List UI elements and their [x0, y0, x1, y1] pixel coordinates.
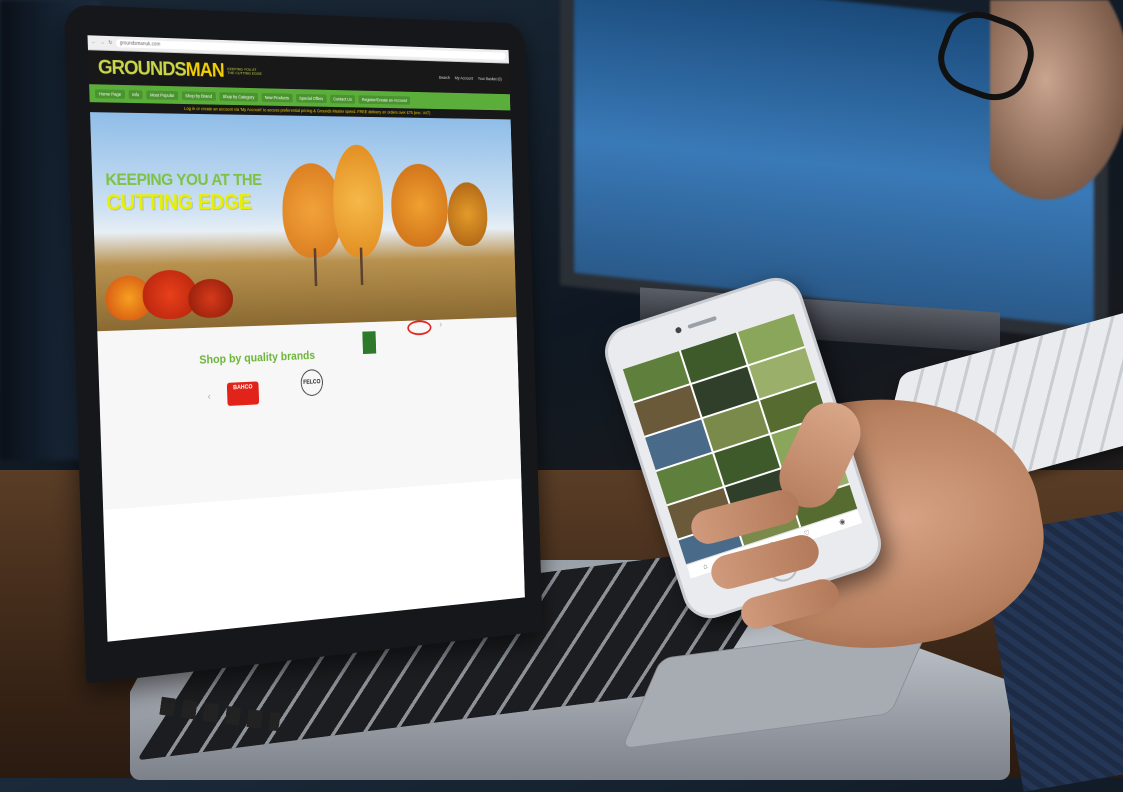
nav-item[interactable]: Special Offers: [295, 93, 327, 103]
site-logo[interactable]: GROUNDSMAN: [98, 57, 224, 82]
carousel-next-arrow[interactable]: ›: [439, 320, 442, 330]
search-link[interactable]: Search: [439, 75, 450, 80]
laptop-lid: ← → ↻ groundsmanuk.com GROUNDSMAN KEEPIN…: [63, 4, 543, 684]
basket-link[interactable]: Your Basket (0): [478, 76, 502, 81]
phone-speaker: [687, 315, 718, 329]
red-bush: [187, 278, 234, 319]
forward-icon[interactable]: →: [100, 40, 105, 46]
carousel-prev-arrow[interactable]: ‹: [208, 391, 211, 402]
brand-logo-green[interactable]: [362, 331, 377, 355]
brands-section: Shop by quality brands ‹ BAHCO FELCO ›: [97, 317, 522, 510]
nav-item[interactable]: Shop by Category: [218, 91, 258, 102]
home-icon[interactable]: ⌂: [702, 562, 708, 570]
nav-item[interactable]: Most Popular: [146, 89, 179, 100]
reload-icon[interactable]: ↻: [108, 40, 112, 46]
site-tagline: KEEPING YOU AT THE CUTTING EDGE: [227, 65, 262, 76]
back-icon[interactable]: ←: [91, 39, 96, 45]
autumn-tree: [390, 163, 449, 248]
hero-banner: KEEPING YOU AT THE CUTTING EDGE: [90, 112, 517, 332]
hero-subheadline: CUTTING EDGE: [105, 189, 252, 215]
brands-title: Shop by quality brands: [199, 348, 316, 367]
autumn-tree: [446, 182, 489, 247]
nav-item[interactable]: Home Page: [94, 88, 125, 99]
account-link[interactable]: My Account: [455, 75, 473, 80]
hero-headline: KEEPING YOU AT THE: [105, 170, 262, 189]
profile-icon[interactable]: ◉: [838, 517, 846, 527]
nav-item[interactable]: Contact Us: [329, 94, 356, 104]
brand-logo-red-oval[interactable]: [407, 319, 432, 336]
nav-item[interactable]: Shop by Brand: [181, 90, 216, 101]
nav-item[interactable]: Info: [128, 89, 143, 99]
brand-logo-felco[interactable]: FELCO: [300, 368, 324, 397]
brand-logo-bahco[interactable]: BAHCO: [226, 381, 260, 406]
laptop-screen: ← → ↻ groundsmanuk.com GROUNDSMAN KEEPIN…: [87, 35, 525, 642]
utility-links: Search My Account Your Basket (0): [439, 75, 502, 81]
nav-item[interactable]: Register/Create an Account: [358, 94, 411, 105]
front-camera: [674, 326, 683, 334]
nav-item[interactable]: New Products: [261, 92, 293, 102]
autumn-tree: [331, 144, 385, 258]
